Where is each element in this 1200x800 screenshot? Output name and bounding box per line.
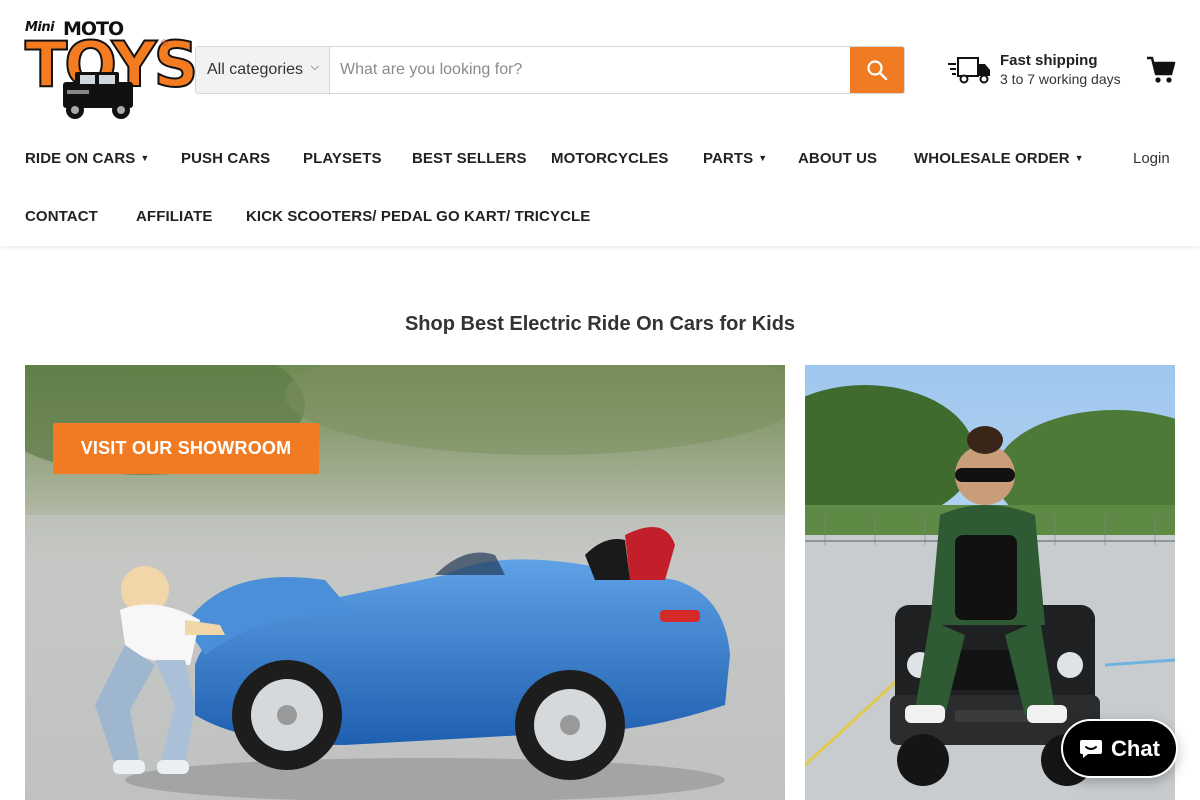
nav-item-motorcycles[interactable]: MOTORCYCLES: [551, 150, 669, 167]
nav-item-parts[interactable]: PARTS ▼: [703, 150, 767, 167]
nav-label: PARTS: [703, 150, 754, 167]
logo[interactable]: Mini MOTO TOYS ®: [24, 18, 199, 122]
chevron-down-icon: ▼: [758, 153, 768, 163]
nav-label: WHOLESALE ORDER: [914, 150, 1070, 167]
search-button[interactable]: [850, 47, 904, 93]
section-title: Shop Best Electric Ride On Cars for Kids: [404, 313, 796, 335]
logo-car-icon: [63, 72, 133, 119]
shipping-subtitle: 3 to 7 working days: [1000, 71, 1121, 87]
nav-item-best-sellers[interactable]: BEST SELLERS: [412, 150, 527, 167]
chevron-down-icon: ▼: [140, 153, 150, 163]
chat-bubble-icon: [1080, 739, 1103, 758]
search-icon: [867, 60, 888, 81]
nav-item-affiliate[interactable]: AFFILIATE: [136, 208, 212, 225]
visit-showroom-button[interactable]: VISIT OUR SHOWROOM: [53, 423, 319, 474]
chevron-down-icon: ⌵: [310, 61, 319, 73]
search-bar: All categories ⌵: [195, 46, 905, 94]
nav-label: RIDE ON CARS: [25, 150, 136, 167]
chat-button-inner: Chat: [1063, 721, 1176, 776]
login-link[interactable]: Login: [1133, 150, 1170, 167]
chat-label: Chat: [1111, 735, 1160, 761]
chevron-down-icon: ▼: [1074, 153, 1084, 163]
nav-item-push-cars[interactable]: PUSH CARS: [181, 150, 270, 167]
chat-button[interactable]: Chat: [1061, 719, 1178, 778]
nav-item-wholesale-order[interactable]: WHOLESALE ORDER ▼: [914, 150, 1084, 167]
shipping-title: Fast shipping: [1000, 52, 1098, 69]
nav-item-kick-scooters[interactable]: KICK SCOOTERS/ PEDAL GO KART/ TRICYCLE: [246, 208, 590, 225]
nav-item-playsets[interactable]: PLAYSETS: [303, 150, 382, 167]
logo-registered-mark: ®: [161, 38, 168, 48]
nav-item-contact[interactable]: CONTACT: [25, 208, 98, 225]
shipping-info: Fast shipping 3 to 7 working days: [948, 50, 1138, 90]
nav-item-ride-on-cars[interactable]: RIDE ON CARS ▼: [25, 150, 149, 167]
cart-icon[interactable]: [1146, 55, 1176, 85]
category-select[interactable]: All categories ⌵: [196, 47, 330, 93]
site-header: Mini MOTO TOYS ® All categories ⌵ What a…: [0, 0, 1200, 246]
search-input[interactable]: [330, 47, 850, 93]
truck-icon: [948, 57, 990, 84]
nav-item-about-us[interactable]: ABOUT US: [798, 150, 877, 167]
category-select-label: All categories: [207, 61, 304, 78]
